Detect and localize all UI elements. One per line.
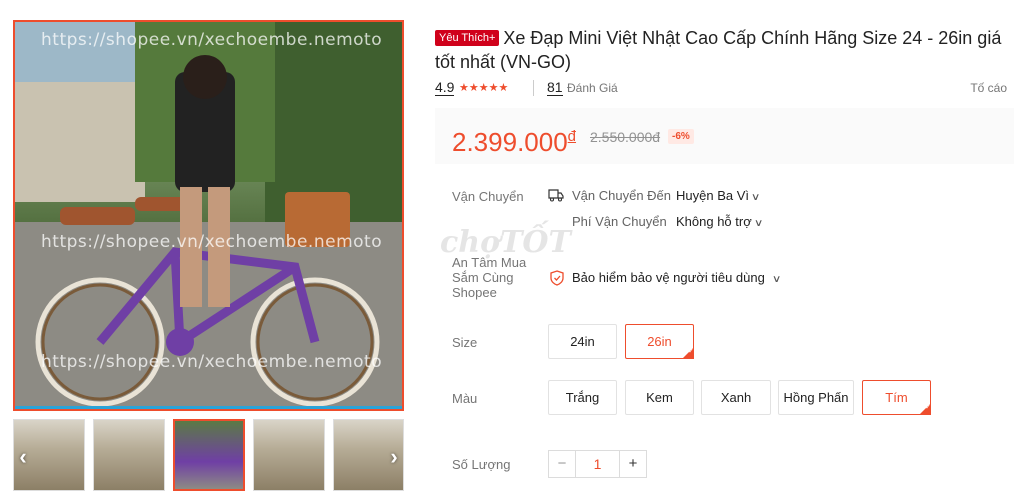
thumbnail-strip: ‹ › (13, 419, 404, 491)
shipping-to-label: Vận Chuyển Đến (572, 188, 672, 203)
thumbnail-3[interactable] (173, 419, 245, 491)
shipping-fee-row: Phí Vận Chuyển Không hỗ trợ ∨ (572, 214, 763, 229)
review-label: Đánh Giá (567, 81, 618, 95)
shipping-destination[interactable]: Huyện Ba Vì ∨ (676, 188, 761, 203)
main-product-image[interactable]: https://shopee.vn/xechoembe.nemoto https… (13, 20, 404, 411)
color-label: Màu (452, 391, 478, 406)
currency-symbol: đ (567, 128, 577, 145)
shield-icon (550, 270, 564, 286)
report-link[interactable]: Tố cáo (970, 81, 1007, 95)
size-option-24in[interactable]: 24in (548, 324, 617, 359)
quantity-decrease-button[interactable]: − (548, 450, 576, 478)
chevron-right-icon[interactable]: › (384, 443, 404, 471)
quantity-increase-button[interactable]: + (619, 450, 647, 478)
rating-score[interactable]: 4.9 (435, 80, 455, 96)
shipping-fee-value[interactable]: Không hỗ trợ ∨ (676, 214, 764, 229)
color-option-xanh[interactable]: Xanh (701, 380, 771, 415)
color-option-trang[interactable]: Trắng (548, 380, 617, 415)
assurance-label-line3: Shopee (452, 285, 497, 300)
color-option-kem[interactable]: Kem (625, 380, 694, 415)
color-option-tim[interactable]: Tím (862, 380, 931, 415)
assurance-label-line1: An Tâm Mua (452, 255, 527, 270)
shipping-label: Vận Chuyển (452, 189, 524, 204)
thumbnail-2[interactable] (93, 419, 165, 491)
star-rating-icon: ★★★★★ (459, 82, 509, 94)
price-box: 2.399.000đ 2.550.000đ -6% (435, 108, 1014, 164)
chevron-down-icon: ∨ (753, 218, 764, 229)
shipping-destination-row: Vận Chuyển Đến Huyện Ba Vì ∨ (572, 188, 760, 203)
selected-check-icon (919, 403, 931, 415)
rating-row: 4.9 ★★★★★ 81 Đánh Giá Tố cáo (435, 78, 1015, 100)
size-label: Size (452, 335, 478, 350)
color-option-hong-phan[interactable]: Hồng Phấn (778, 380, 854, 415)
shipping-fee-label: Phí Vận Chuyển (572, 214, 667, 229)
original-price: 2.550.000đ (590, 129, 661, 145)
chevron-down-icon: ∨ (750, 192, 761, 203)
product-title-block: Yêu Thích+ Xe Đạp Mini Việt Nhật Cao Cấp … (435, 26, 1015, 74)
assurance-row[interactable]: Bảo hiểm bảo vệ người tiêu dùng ∨ (572, 270, 782, 285)
review-count[interactable]: 81 (547, 80, 563, 96)
chevron-left-icon[interactable]: ‹ (13, 443, 33, 471)
divider (533, 80, 534, 96)
quantity-input[interactable]: 1 (575, 450, 620, 478)
quantity-stepper: − 1 + (548, 450, 647, 478)
chevron-down-icon: ∨ (771, 274, 782, 285)
truck-icon (548, 189, 564, 202)
current-price: 2.399.000đ (452, 127, 577, 157)
product-title: Xe Đạp Mini Việt Nhật Cao Cấp Chính Hãng… (435, 28, 1002, 72)
size-option-26in[interactable]: 26in (625, 324, 694, 359)
assurance-value: Bảo hiểm bảo vệ người tiêu dùng (572, 270, 765, 285)
selected-check-icon (682, 347, 694, 359)
favorite-badge: Yêu Thích+ (435, 30, 500, 46)
image-frame (15, 22, 402, 409)
quantity-label: Số Lượng (452, 457, 511, 472)
discount-badge: -6% (668, 129, 694, 144)
assurance-label-line2: Sắm Cùng (452, 270, 514, 285)
thumbnail-4[interactable] (253, 419, 325, 491)
